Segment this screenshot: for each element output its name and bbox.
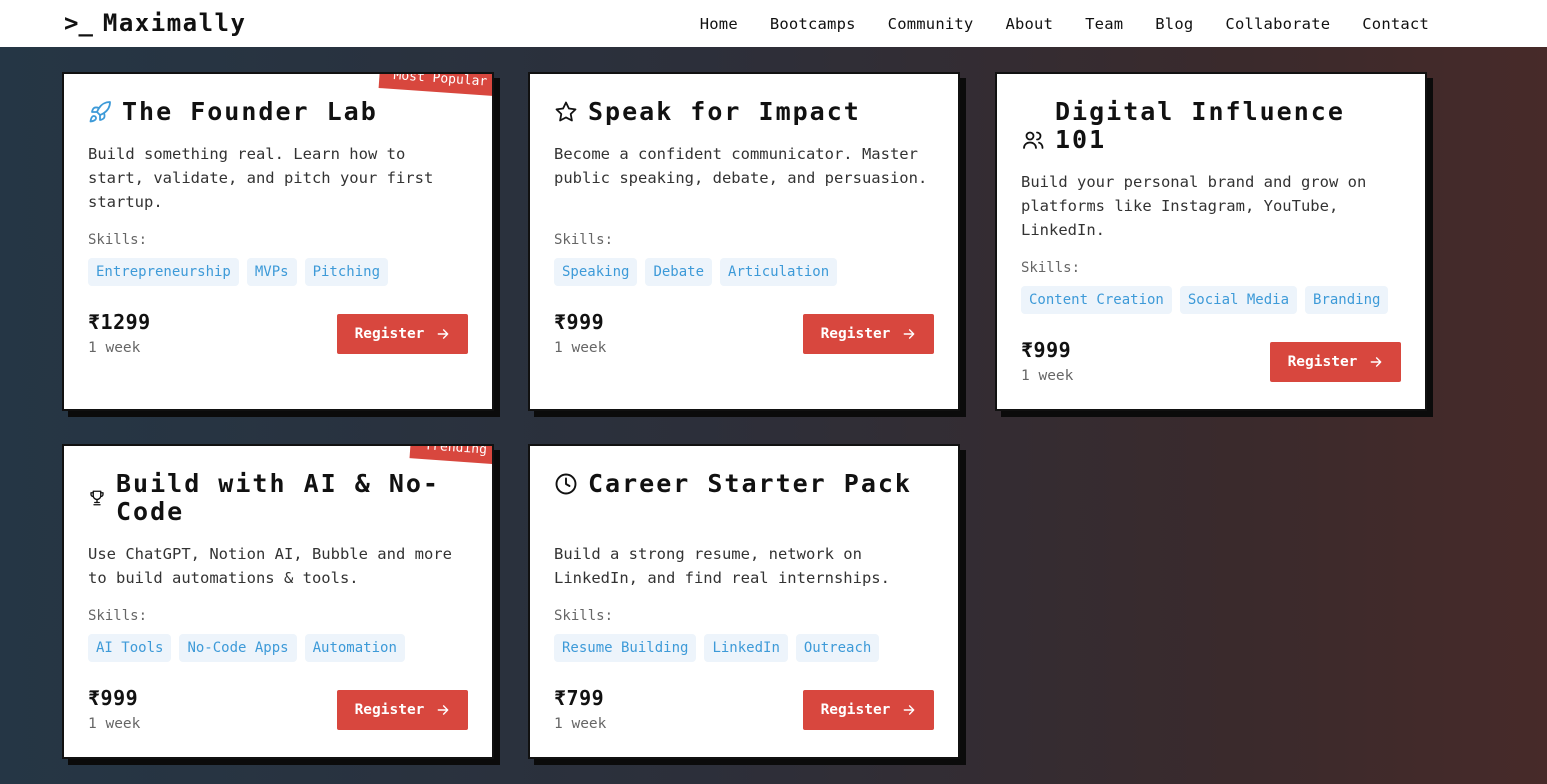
card-title: Career Starter Pack [588,469,912,498]
card-duration: 1 week [88,340,141,356]
skill-chip: No-Code Apps [179,634,297,662]
bootcamp-card-career-starter: Career Starter Pack Build a strong resum… [528,444,960,759]
nav-home[interactable]: Home [700,15,738,33]
skill-chip: Branding [1305,286,1389,314]
skills-list: Speaking Debate Articulation [554,258,838,286]
skills-label: Skills: [554,232,614,248]
skills-label: Skills: [1021,260,1081,276]
card-description: Build something real. Learn how to start… [88,145,434,211]
skills-label: Skills: [88,232,148,248]
nav-contact[interactable]: Contact [1362,15,1429,33]
card-description: Use ChatGPT, Notion AI, Bubble and more … [88,545,452,587]
bootcamp-card-ai-no-code: Trending Build with AI & No-Code Use Cha… [62,444,494,759]
nav-bootcamps[interactable]: Bootcamps [770,15,856,33]
skill-chip: MVPs [246,258,297,286]
skill-chip: Social Media [1179,286,1298,314]
card-header: Build with AI & No-Code [88,470,472,526]
card-price: ₹999 [88,686,139,710]
skills-label: Skills: [554,608,614,624]
register-label: Register [820,702,891,718]
register-label: Register [820,326,891,342]
most-popular-badge: Most Popular [378,74,492,96]
clock-icon [555,473,577,495]
card-title: The Founder Lab [122,97,378,126]
skill-chip: Speaking [554,258,638,286]
logo[interactable]: >_ Maximally [64,8,246,38]
arrow-right-icon [904,329,915,339]
skill-chip: Outreach [795,634,880,662]
skills-list: Content Creation Social Media Branding [1021,286,1389,314]
bootcamp-card-digital-influence: Digital Influence 101 Build your persona… [995,72,1427,411]
nav-blog[interactable]: Blog [1155,15,1193,33]
card-duration: 1 week [554,716,607,732]
arrow-right-icon [438,705,449,715]
arrow-right-icon [438,329,449,339]
nav-community[interactable]: Community [888,15,974,33]
skills-list: Resume Building LinkedIn Outreach [554,634,880,662]
skill-chip: Automation [304,634,405,662]
card-duration: 1 week [1021,368,1074,384]
card-description: Build a strong resume, network on Linked… [554,545,890,587]
terminal-prompt-icon: >_ [64,9,93,37]
skills-label: Skills: [88,608,148,624]
skill-chip: Resume Building [554,634,697,662]
card-header: The Founder Lab [88,98,472,126]
register-button[interactable]: Register [803,314,934,354]
skill-chip: Pitching [304,258,389,286]
register-button[interactable]: Register [337,314,468,354]
skill-chip: LinkedIn [704,634,788,662]
register-button[interactable]: Register [803,690,934,730]
card-price: ₹799 [554,686,605,710]
rocket-icon [89,101,111,123]
arrow-right-icon [904,705,915,715]
skills-list: AI Tools No-Code Apps Automation [88,634,405,662]
card-header: Speak for Impact [554,98,938,126]
register-label: Register [354,702,425,718]
skill-chip: Articulation [720,258,838,286]
card-price: ₹999 [1021,338,1072,362]
trophy-icon [90,490,104,506]
register-label: Register [1287,354,1358,370]
skill-chip: AI Tools [88,634,172,662]
nav-collaborate[interactable]: Collaborate [1225,15,1330,33]
card-header: Career Starter Pack [554,470,938,498]
nav-team[interactable]: Team [1085,15,1123,33]
card-title: Build with AI & No-Code [116,469,440,526]
skills-list: Entrepreneurship MVPs Pitching [88,258,389,286]
users-icon [1023,131,1044,149]
arrow-right-icon [1371,357,1382,367]
card-price: ₹1299 [88,310,151,334]
card-title: Speak for Impact [588,97,861,126]
card-header: Digital Influence 101 [1021,98,1405,154]
card-title: Digital Influence 101 [1055,97,1345,154]
skill-chip: Entrepreneurship [88,258,239,286]
register-button[interactable]: Register [1270,342,1401,382]
card-description: Build your personal brand and grow on pl… [1021,173,1367,239]
skill-chip: Content Creation [1021,286,1172,314]
nav-about[interactable]: About [1005,15,1053,33]
logo-text: Maximally [102,9,247,37]
card-description: Become a confident communicator. Master … [554,145,928,187]
star-icon [555,101,577,122]
register-label: Register [354,326,425,342]
main-nav: Home Bootcamps Community About Team Blog… [700,0,1429,47]
skill-chip: Debate [645,258,713,286]
top-navbar: >_ Maximally Home Bootcamps Community Ab… [0,0,1547,47]
trending-badge: Trending [409,446,492,464]
register-button[interactable]: Register [337,690,468,730]
bootcamp-card-founder-lab: Most Popular The Founder Lab Build somet… [62,72,494,411]
card-duration: 1 week [88,716,141,732]
card-duration: 1 week [554,340,607,356]
bootcamp-card-speak-for-impact: Speak for Impact Become a confident comm… [528,72,960,411]
card-price: ₹999 [554,310,605,334]
